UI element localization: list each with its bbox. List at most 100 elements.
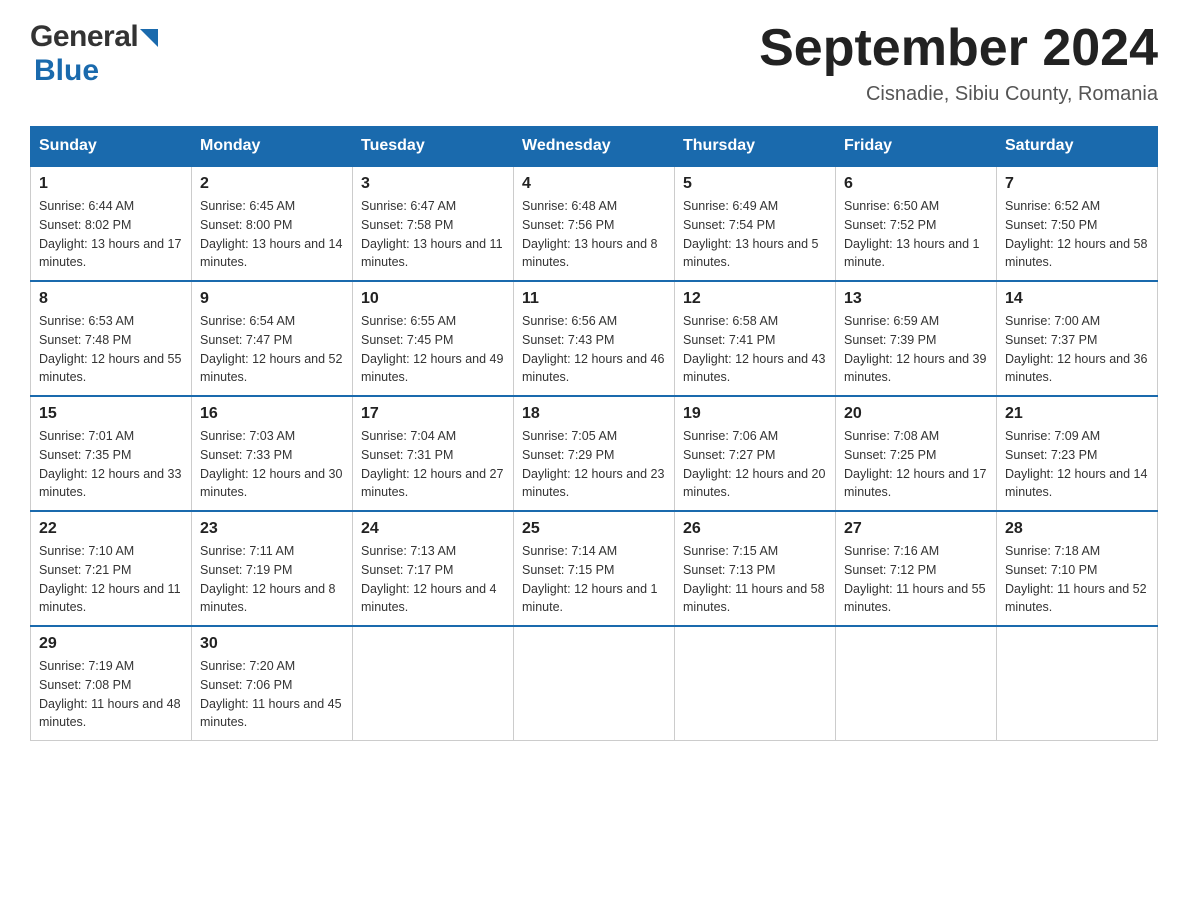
- day-number: 11: [522, 290, 666, 308]
- day-number: 8: [39, 290, 183, 308]
- day-number: 24: [361, 520, 505, 538]
- page-header: General Blue September 2024 Cisnadie, Si…: [30, 20, 1158, 106]
- day-cell: 9Sunrise: 6:54 AMSunset: 7:47 PMDaylight…: [192, 281, 353, 396]
- col-friday: Friday: [836, 127, 997, 167]
- logo: General Blue: [30, 20, 158, 88]
- day-detail: Sunrise: 7:01 AMSunset: 7:35 PMDaylight:…: [39, 429, 181, 499]
- day-cell: 18 Sunrise: 7:05 AMSunset: 7:29 PMDayligh…: [514, 396, 675, 511]
- day-detail: Sunrise: 7:15 AMSunset: 7:13 PMDaylight:…: [683, 544, 825, 614]
- day-detail: Sunrise: 7:14 AMSunset: 7:15 PMDaylight:…: [522, 544, 658, 614]
- day-number: 6: [844, 175, 988, 193]
- day-cell: 25Sunrise: 7:14 AMSunset: 7:15 PMDayligh…: [514, 511, 675, 626]
- day-detail: Sunrise: 6:45 AMSunset: 8:00 PMDaylight:…: [200, 199, 342, 269]
- day-detail: Sunrise: 6:56 AMSunset: 7:43 PMDaylight:…: [522, 314, 664, 384]
- day-number: 21: [1005, 405, 1149, 423]
- day-number: 15: [39, 405, 183, 423]
- day-detail: Sunrise: 7:13 AMSunset: 7:17 PMDaylight:…: [361, 544, 497, 614]
- day-cell: 28Sunrise: 7:18 AMSunset: 7:10 PMDayligh…: [997, 511, 1158, 626]
- day-detail: Sunrise: 6:55 AMSunset: 7:45 PMDaylight:…: [361, 314, 503, 384]
- day-detail: Sunrise: 6:48 AMSunset: 7:56 PMDaylight:…: [522, 199, 658, 269]
- day-detail: Sunrise: 6:58 AMSunset: 7:41 PMDaylight:…: [683, 314, 825, 384]
- day-cell: 8Sunrise: 6:53 AMSunset: 7:48 PMDaylight…: [31, 281, 192, 396]
- week-row-5: 29 Sunrise: 7:19 AMSunset: 7:08 PMDayligh…: [31, 626, 1158, 741]
- day-cell: 5 Sunrise: 6:49 AMSunset: 7:54 PMDaylight…: [675, 166, 836, 281]
- day-detail: Sunrise: 7:04 AMSunset: 7:31 PMDaylight:…: [361, 429, 503, 499]
- day-number: 3: [361, 175, 505, 193]
- day-cell: 7 Sunrise: 6:52 AMSunset: 7:50 PMDaylight…: [997, 166, 1158, 281]
- day-cell: 15 Sunrise: 7:01 AMSunset: 7:35 PMDayligh…: [31, 396, 192, 511]
- day-number: 20: [844, 405, 988, 423]
- day-number: 18: [522, 405, 666, 423]
- title-section: September 2024 Cisnadie, Sibiu County, R…: [759, 20, 1158, 106]
- day-detail: Sunrise: 7:19 AMSunset: 7:08 PMDaylight:…: [39, 659, 181, 729]
- day-cell: 13 Sunrise: 6:59 AMSunset: 7:39 PMDayligh…: [836, 281, 997, 396]
- day-detail: Sunrise: 6:52 AMSunset: 7:50 PMDaylight:…: [1005, 199, 1147, 269]
- day-cell: 23 Sunrise: 7:11 AMSunset: 7:19 PMDayligh…: [192, 511, 353, 626]
- day-cell: 2 Sunrise: 6:45 AMSunset: 8:00 PMDaylight…: [192, 166, 353, 281]
- day-number: 23: [200, 520, 344, 538]
- day-cell: 29 Sunrise: 7:19 AMSunset: 7:08 PMDayligh…: [31, 626, 192, 741]
- day-number: 28: [1005, 520, 1149, 538]
- day-detail: Sunrise: 7:10 AMSunset: 7:21 PMDaylight:…: [39, 544, 181, 614]
- day-number: 17: [361, 405, 505, 423]
- day-cell: 16Sunrise: 7:03 AMSunset: 7:33 PMDayligh…: [192, 396, 353, 511]
- day-cell: [836, 626, 997, 741]
- day-cell: 30 Sunrise: 7:20 AMSunset: 7:06 PMDayligh…: [192, 626, 353, 741]
- calendar-title: September 2024: [759, 20, 1158, 77]
- calendar-subtitle: Cisnadie, Sibiu County, Romania: [759, 83, 1158, 106]
- day-cell: 27 Sunrise: 7:16 AMSunset: 7:12 PMDayligh…: [836, 511, 997, 626]
- day-detail: Sunrise: 7:11 AMSunset: 7:19 PMDaylight:…: [200, 544, 336, 614]
- week-row-3: 15 Sunrise: 7:01 AMSunset: 7:35 PMDayligh…: [31, 396, 1158, 511]
- day-number: 27: [844, 520, 988, 538]
- day-cell: 1 Sunrise: 6:44 AMSunset: 8:02 PMDaylight…: [31, 166, 192, 281]
- week-row-4: 22 Sunrise: 7:10 AMSunset: 7:21 PMDayligh…: [31, 511, 1158, 626]
- day-detail: Sunrise: 7:16 AMSunset: 7:12 PMDaylight:…: [844, 544, 986, 614]
- day-number: 7: [1005, 175, 1149, 193]
- day-cell: [675, 626, 836, 741]
- day-cell: 17 Sunrise: 7:04 AMSunset: 7:31 PMDayligh…: [353, 396, 514, 511]
- day-detail: Sunrise: 7:05 AMSunset: 7:29 PMDaylight:…: [522, 429, 664, 499]
- col-sunday: Sunday: [31, 127, 192, 167]
- day-cell: 26 Sunrise: 7:15 AMSunset: 7:13 PMDayligh…: [675, 511, 836, 626]
- col-thursday: Thursday: [675, 127, 836, 167]
- day-detail: Sunrise: 6:50 AMSunset: 7:52 PMDaylight:…: [844, 199, 980, 269]
- day-number: 4: [522, 175, 666, 193]
- day-number: 9: [200, 290, 344, 308]
- col-wednesday: Wednesday: [514, 127, 675, 167]
- day-cell: 11 Sunrise: 6:56 AMSunset: 7:43 PMDayligh…: [514, 281, 675, 396]
- day-cell: 10 Sunrise: 6:55 AMSunset: 7:45 PMDayligh…: [353, 281, 514, 396]
- logo-general-text: General: [30, 20, 138, 54]
- day-number: 12: [683, 290, 827, 308]
- day-cell: 19 Sunrise: 7:06 AMSunset: 7:27 PMDayligh…: [675, 396, 836, 511]
- week-row-1: 1 Sunrise: 6:44 AMSunset: 8:02 PMDaylight…: [31, 166, 1158, 281]
- day-cell: [514, 626, 675, 741]
- day-number: 13: [844, 290, 988, 308]
- day-number: 19: [683, 405, 827, 423]
- day-number: 5: [683, 175, 827, 193]
- day-detail: Sunrise: 6:44 AMSunset: 8:02 PMDaylight:…: [39, 199, 181, 269]
- day-detail: Sunrise: 7:00 AMSunset: 7:37 PMDaylight:…: [1005, 314, 1147, 384]
- day-cell: 21Sunrise: 7:09 AMSunset: 7:23 PMDayligh…: [997, 396, 1158, 511]
- day-number: 29: [39, 635, 183, 653]
- day-cell: 14Sunrise: 7:00 AMSunset: 7:37 PMDayligh…: [997, 281, 1158, 396]
- day-number: 16: [200, 405, 344, 423]
- day-detail: Sunrise: 7:20 AMSunset: 7:06 PMDaylight:…: [200, 659, 342, 729]
- week-row-2: 8Sunrise: 6:53 AMSunset: 7:48 PMDaylight…: [31, 281, 1158, 396]
- day-detail: Sunrise: 7:06 AMSunset: 7:27 PMDaylight:…: [683, 429, 825, 499]
- day-cell: 6 Sunrise: 6:50 AMSunset: 7:52 PMDaylight…: [836, 166, 997, 281]
- logo-arrow-icon: [140, 29, 158, 47]
- day-number: 2: [200, 175, 344, 193]
- day-number: 22: [39, 520, 183, 538]
- day-cell: [353, 626, 514, 741]
- day-cell: 24 Sunrise: 7:13 AMSunset: 7:17 PMDayligh…: [353, 511, 514, 626]
- day-number: 30: [200, 635, 344, 653]
- day-number: 1: [39, 175, 183, 193]
- col-monday: Monday: [192, 127, 353, 167]
- day-number: 26: [683, 520, 827, 538]
- day-cell: 4 Sunrise: 6:48 AMSunset: 7:56 PMDaylight…: [514, 166, 675, 281]
- col-saturday: Saturday: [997, 127, 1158, 167]
- day-detail: Sunrise: 7:08 AMSunset: 7:25 PMDaylight:…: [844, 429, 986, 499]
- day-detail: Sunrise: 6:59 AMSunset: 7:39 PMDaylight:…: [844, 314, 986, 384]
- day-number: 10: [361, 290, 505, 308]
- day-detail: Sunrise: 6:49 AMSunset: 7:54 PMDaylight:…: [683, 199, 819, 269]
